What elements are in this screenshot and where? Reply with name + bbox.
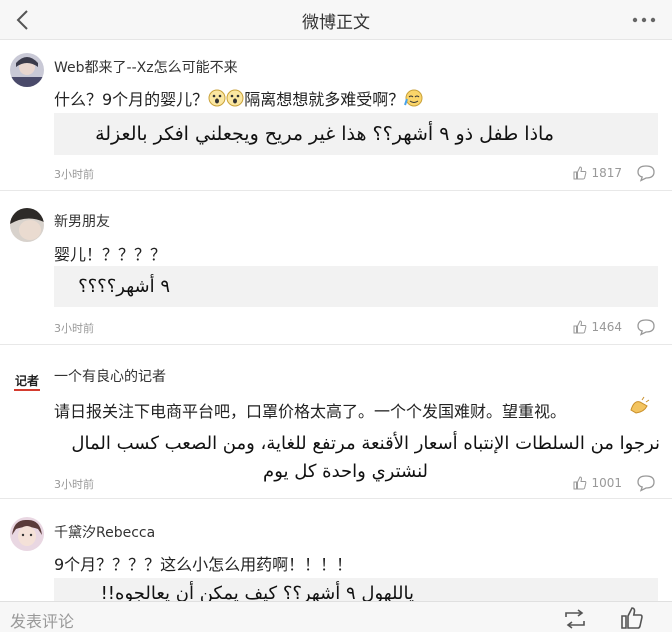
comment-item: 千黛汐Rebecca 9个月？？？？这么小怎么用药啊！！！！ ياللهول ٩… bbox=[0, 499, 672, 610]
comment-username[interactable]: 一个有良心的记者 bbox=[54, 366, 166, 386]
more-dots-icon[interactable] bbox=[628, 6, 660, 34]
translation-text: ٩ أشهر؟؟؟؟ bbox=[54, 266, 658, 307]
comment-username[interactable]: 新男朋友 bbox=[54, 211, 110, 231]
thumbs-up-icon bbox=[573, 476, 587, 490]
comment-text: 什么？9个月的婴儿？ 隔离想想就多难受啊？ bbox=[54, 86, 424, 111]
reply-icon[interactable] bbox=[636, 164, 656, 182]
thumbs-up-icon bbox=[573, 166, 587, 180]
comment-username[interactable]: Web都来了--Xz怎么可能不来 bbox=[54, 57, 238, 77]
avatar[interactable] bbox=[10, 208, 44, 242]
repost-icon[interactable] bbox=[562, 608, 588, 630]
comment-text-part: 什么？9个月的婴儿？ bbox=[54, 90, 209, 109]
avatar-label: 记者 bbox=[15, 373, 39, 388]
avatar[interactable] bbox=[10, 517, 44, 551]
comment-text: 9个月？？？？这么小怎么用药啊！！！！ bbox=[54, 555, 353, 574]
thumbs-up-icon bbox=[573, 320, 587, 334]
thumbs-up-icon[interactable] bbox=[620, 606, 644, 630]
like-count: 1001 bbox=[591, 476, 622, 490]
comment-text-part: 请日报关注下电商平台吧，口罩价格太高了。一个个发国难财。望重视。 bbox=[54, 402, 567, 421]
like-count: 1464 bbox=[591, 320, 622, 334]
timestamp: 3小时前 bbox=[54, 168, 94, 181]
clapping-hands-icon bbox=[630, 396, 650, 414]
comment-input[interactable]: 发表评论 bbox=[10, 608, 74, 632]
bottom-action-bar: 发表评论 bbox=[0, 601, 672, 632]
top-nav-bar: 微博正文 bbox=[0, 0, 672, 40]
like-button[interactable]: 1464 bbox=[573, 318, 622, 336]
reply-icon[interactable] bbox=[636, 474, 656, 492]
like-button[interactable]: 1817 bbox=[573, 164, 622, 182]
avatar[interactable]: 记者 bbox=[10, 363, 44, 397]
surprised-face-icon bbox=[208, 89, 244, 111]
comment-item: Web都来了--Xz怎么可能不来 什么？9个月的婴儿？ 隔离想想就多难受啊？ ما… bbox=[0, 41, 672, 191]
timestamp: 3小时前 bbox=[54, 478, 94, 491]
comment-text: 请日报关注下电商平台吧，口罩价格太高了。一个个发国难财。望重视。 bbox=[54, 398, 566, 422]
page-title: 微博正文 bbox=[302, 13, 370, 33]
comment-text-part: 隔离想想就多难受啊？ bbox=[244, 90, 405, 109]
tearful-face-icon bbox=[404, 89, 424, 111]
comment-item: 新男朋友 婴儿！？？？？ ٩ أشهر؟؟؟؟ 3小时前 1464 bbox=[0, 191, 672, 345]
timestamp: 3小时前 bbox=[54, 322, 94, 335]
like-button[interactable]: 1001 bbox=[573, 474, 622, 492]
comment-text: 婴儿！？？？？ bbox=[54, 245, 167, 264]
avatar[interactable] bbox=[10, 53, 44, 87]
translation-text: نرجوا من السلطات الإنتباه أسعار الأقنعة … bbox=[71, 433, 660, 454]
translation-text: لنشتري واحدة كل يوم bbox=[263, 461, 428, 482]
comment-username[interactable]: 千黛汐Rebecca bbox=[54, 522, 155, 542]
like-count: 1817 bbox=[591, 166, 622, 180]
reply-icon[interactable] bbox=[636, 318, 656, 336]
translation-text: ماذا طفل ذو ٩ أشهر؟؟ هذا غير مريح ويجعلن… bbox=[54, 113, 658, 155]
comment-item: 记者 一个有良心的记者 请日报关注下电商平台吧，口罩价格太高了。一个个发国难财。… bbox=[0, 345, 672, 499]
